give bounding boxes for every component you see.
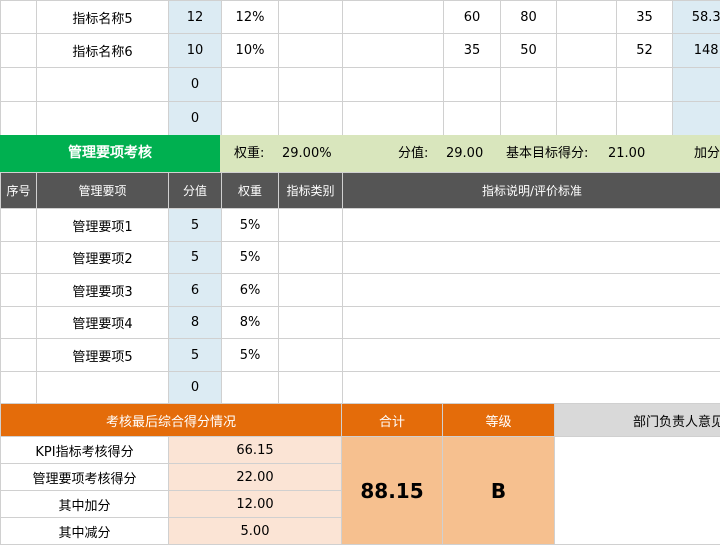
kpi-v2[interactable]: 80 [500,0,557,34]
grade-value[interactable]: B [442,436,556,545]
kpi-weight[interactable]: 10% [221,33,279,68]
col-no[interactable]: 序号 [0,172,37,209]
kpi-v3[interactable]: 35 [616,0,673,34]
mgmt-weight[interactable]: 5% [221,338,279,372]
mgmt-item[interactable]: 管理要项2 [36,241,169,274]
summary-value[interactable]: 5.00 [167,517,343,545]
kpi-v4[interactable]: 148.57 [672,33,720,68]
mgmt-weight[interactable]: 5% [221,241,279,274]
bonus-label: 加分 [694,146,720,161]
mgmt-row: 管理要项3 6 6% [0,273,720,307]
col-score[interactable]: 分值 [168,172,222,209]
score-value: 29.00 [446,146,484,161]
mgmt-weight[interactable]: 8% [221,306,279,339]
mgmt-score[interactable]: 0 [168,371,222,404]
col-item[interactable]: 管理要项 [36,172,169,209]
mgmt-weight[interactable]: 5% [221,208,279,242]
kpi-name[interactable] [36,67,169,102]
weight-label: 权重: [234,146,265,161]
kpi-score[interactable]: 12 [168,0,222,34]
mgmt-score[interactable]: 6 [168,273,222,307]
weight-value: 29.00% [282,146,332,161]
mgmt-row: 0 [0,371,720,404]
mgmt-item[interactable]: 管理要项4 [36,306,169,339]
kpi-score[interactable]: 10 [168,33,222,68]
mgmt-row: 管理要项2 5 5% [0,241,720,274]
mgmt-item[interactable]: 管理要项1 [36,208,169,242]
mgmt-bar: 管理要项考核 权重: 29.00% 分值: 29.00 基本目标得分: 21.0… [0,135,720,172]
kpi-name[interactable] [36,101,169,136]
summary-value[interactable]: 22.00 [167,463,343,491]
mgmt-item[interactable]: 管理要项3 [36,273,169,307]
mgmt-score[interactable]: 5 [168,241,222,274]
total-header[interactable]: 合计 [341,403,444,437]
dept-opinion-cell[interactable] [554,436,720,545]
summary-title[interactable]: 考核最后综合得分情况 [0,403,343,437]
mgmt-row: 管理要项1 5 5% [0,208,720,242]
col-type[interactable]: 指标类别 [278,172,343,209]
mgmt-header-row: 序号 管理要项 分值 权重 指标类别 指标说明/评价标准 [0,172,720,209]
kpi-score[interactable]: 0 [168,67,222,102]
summary-label[interactable]: 其中减分 [0,517,169,545]
kpi-score[interactable]: 0 [168,101,222,136]
kpi-v4[interactable]: 58.33% [672,0,720,34]
col-desc[interactable]: 指标说明/评价标准 [342,172,720,209]
total-score[interactable]: 88.15 [341,436,444,545]
summary-header-row: 考核最后综合得分情况 合计 等级 部门负责人意见 [0,403,720,437]
summary-table: 考核最后综合得分情况 合计 等级 部门负责人意见 KPI指标考核得分 66.15… [0,403,720,545]
mgmt-item[interactable] [36,371,169,404]
kpi-row: 指标名称5 12 12% 60 80 35 58.33% [0,0,720,34]
dept-opinion-header[interactable]: 部门负责人意见 [554,403,720,437]
mgmt-item[interactable]: 管理要项5 [36,338,169,372]
mgmt-score[interactable]: 5 [168,208,222,242]
kpi-v2[interactable]: 50 [500,33,557,68]
mgmt-score[interactable]: 5 [168,338,222,372]
kpi-v1[interactable]: 60 [443,0,501,34]
summary-value[interactable]: 66.15 [167,436,343,464]
mgmt-summary-bar[interactable]: 权重: 29.00% 分值: 29.00 基本目标得分: 21.00 加分 [220,135,720,172]
kpi-v3[interactable]: 52 [616,33,673,68]
kpi-row: 指标名称6 10 10% 35 50 52 148.57 [0,33,720,68]
mgmt-row: 管理要项4 8 8% [0,306,720,339]
summary-label[interactable]: 管理要项考核得分 [0,463,169,491]
mgmt-weight[interactable]: 6% [221,273,279,307]
mgmt-section-title[interactable]: 管理要项考核 [0,135,220,172]
spreadsheet: 指标名称5 12 12% 60 80 35 58.33% 指标名称6 10 10… [0,0,720,545]
summary-label[interactable]: 其中加分 [0,490,169,518]
summary-row: KPI指标考核得分 66.15 88.15 B [0,436,720,545]
kpi-name[interactable]: 指标名称6 [36,33,169,68]
summary-label[interactable]: KPI指标考核得分 [0,436,169,464]
kpi-v1[interactable]: 35 [443,33,501,68]
kpi-table: 指标名称5 12 12% 60 80 35 58.33% 指标名称6 10 10… [0,0,720,136]
col-weight[interactable]: 权重 [221,172,279,209]
summary-value[interactable]: 12.00 [167,490,343,518]
mgmt-table: 序号 管理要项 分值 权重 指标类别 指标说明/评价标准 管理要项1 5 5% … [0,172,720,404]
mgmt-score[interactable]: 8 [168,306,222,339]
kpi-row: 0 [0,67,720,102]
grade-header[interactable]: 等级 [442,403,556,437]
mgmt-row: 管理要项5 5 5% [0,338,720,372]
base-target-label: 基本目标得分: [506,146,589,161]
score-label: 分值: [398,146,429,161]
kpi-weight[interactable]: 12% [221,0,279,34]
kpi-row: 0 [0,101,720,136]
base-target-value: 21.00 [608,146,646,161]
kpi-name[interactable]: 指标名称5 [36,0,169,34]
